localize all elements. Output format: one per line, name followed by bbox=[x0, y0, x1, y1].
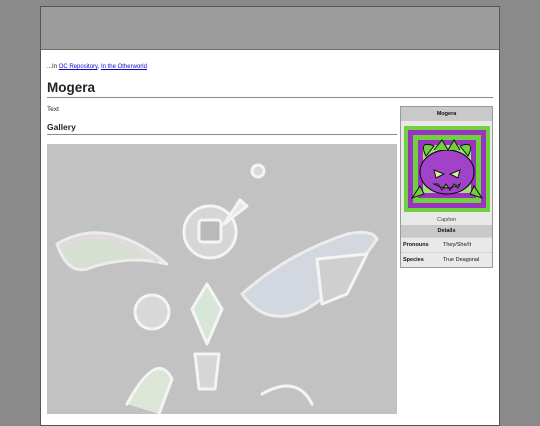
infobox-row-value: True Deagonal bbox=[443, 257, 480, 263]
site-header bbox=[41, 7, 499, 50]
infobox-row-label: Species bbox=[403, 257, 424, 263]
page-container: ...In OC Repository, In the Otherworld M… bbox=[40, 6, 500, 426]
page-title: Mogera bbox=[47, 80, 493, 98]
gallery-heading: Gallery bbox=[47, 122, 397, 135]
purple-monster-portrait-icon bbox=[404, 126, 490, 212]
breadcrumb-link-oc-repository[interactable]: OC Repository bbox=[59, 64, 98, 70]
crystal-fairy-drawing-icon bbox=[47, 144, 397, 414]
infobox-caption: Caption bbox=[437, 217, 456, 223]
gallery-image[interactable] bbox=[47, 144, 397, 414]
infobox-image[interactable] bbox=[401, 121, 492, 214]
infobox-title: Mogera bbox=[401, 107, 492, 121]
infobox: Mogera Caption Details Pronouns They/She… bbox=[400, 106, 493, 268]
breadcrumb-prefix: ...In bbox=[47, 64, 58, 70]
breadcrumb-link-otherworld[interactable]: In the Otherworld bbox=[101, 64, 147, 70]
infobox-row-label: Pronouns bbox=[403, 242, 429, 248]
intro-text: Text bbox=[47, 106, 59, 113]
infobox-row-species: Species True Deagonal bbox=[401, 252, 492, 267]
infobox-section-details: Details bbox=[401, 225, 492, 237]
infobox-row-value: They/She/It bbox=[443, 242, 472, 248]
breadcrumb: ...In OC Repository, In the Otherworld bbox=[47, 64, 147, 70]
infobox-row-pronouns: Pronouns They/She/It bbox=[401, 237, 492, 252]
main-content: ...In OC Repository, In the Otherworld M… bbox=[47, 50, 493, 425]
